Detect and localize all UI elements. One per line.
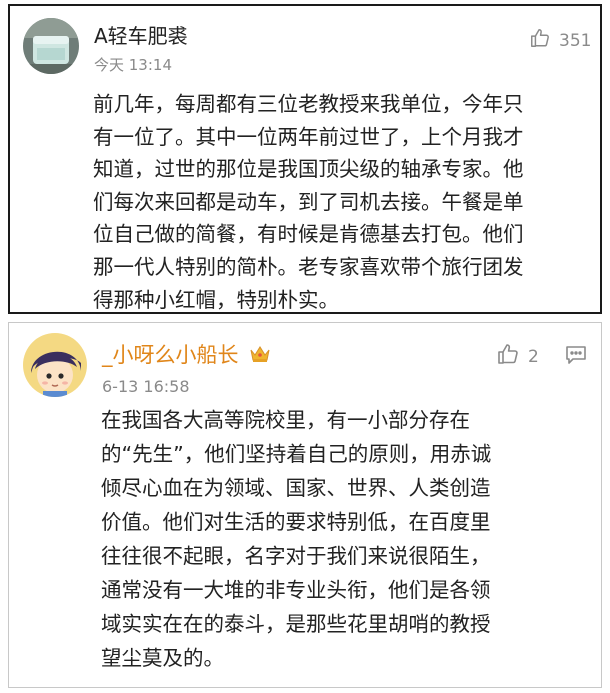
- comment-icon[interactable]: [565, 345, 587, 369]
- comment-line: 望尘莫及的。: [101, 646, 224, 670]
- timestamp: 今天 13:14: [94, 56, 172, 74]
- comment-line: 价值。他们对生活的要求特别低，在百度里: [101, 510, 491, 534]
- comment-line: 在我国各大高等院校里，有一小部分存在: [101, 408, 470, 432]
- avatar[interactable]: [23, 333, 87, 397]
- comment-line: 通常没有一大堆的非专业头衔，他们是各领: [101, 578, 491, 602]
- comment-line: 那一代人特别的简朴。老专家喜欢带个旅行团发: [93, 254, 524, 279]
- comment-card-1: A轻车肥裘 今天 13:14 351 前几年，每周都有三位老教授来我单位，今年只…: [8, 4, 602, 314]
- comment-line: 得那种小红帽，特别朴实。: [93, 287, 339, 312]
- comment-line: 倾尽心血在为领域、国家、世界、人类创造: [101, 476, 491, 500]
- like-button[interactable]: 2: [496, 342, 539, 371]
- comment-card-2: _小呀么小船长 6-13 16:58 2 在我国各大高等院校里，有一小部分存在: [8, 322, 602, 688]
- thumbs-up-icon: [529, 27, 551, 54]
- username[interactable]: _小呀么小船长: [102, 343, 271, 369]
- comment-line: 位自己做的简餐，有时候是肯德基去打包。他们: [93, 222, 524, 247]
- like-button[interactable]: 351: [529, 27, 591, 54]
- username[interactable]: A轻车肥裘: [94, 24, 188, 48]
- comment-line: 知道，过世的那位是我国顶尖级的轴承专家。他: [93, 157, 524, 182]
- comment-text: 前几年，每周都有三位老教授来我单位，今年只 有一位了。其中一位两年前过世了，上个…: [93, 88, 593, 316]
- comment-text: 在我国各大高等院校里，有一小部分存在 的“先生”，他们坚持着自己的原则，用赤诚 …: [101, 403, 581, 675]
- crown-badge-icon: [249, 344, 271, 369]
- avatar[interactable]: [23, 18, 79, 74]
- like-count: 2: [528, 346, 539, 367]
- timestamp: 6-13 16:58: [102, 377, 190, 396]
- comment-line: 的“先生”，他们坚持着自己的原则，用赤诚: [101, 442, 492, 466]
- comment-line: 域实实在在的泰斗，是那些花里胡哨的教授: [101, 612, 491, 636]
- username-text: _小呀么小船长: [102, 343, 239, 367]
- thumbs-up-icon: [496, 342, 520, 371]
- comment-line: 们每次来回都是动车，到了司机去接。午餐是单: [93, 189, 524, 214]
- like-count: 351: [559, 30, 592, 51]
- comment-line: 前几年，每周都有三位老教授来我单位，今年只: [93, 92, 524, 116]
- comment-line: 有一位了。其中一位两年前过世了，上个月我才: [93, 124, 524, 149]
- comment-line: 往往很不起眼，名字对于我们来说很陌生，: [101, 544, 491, 568]
